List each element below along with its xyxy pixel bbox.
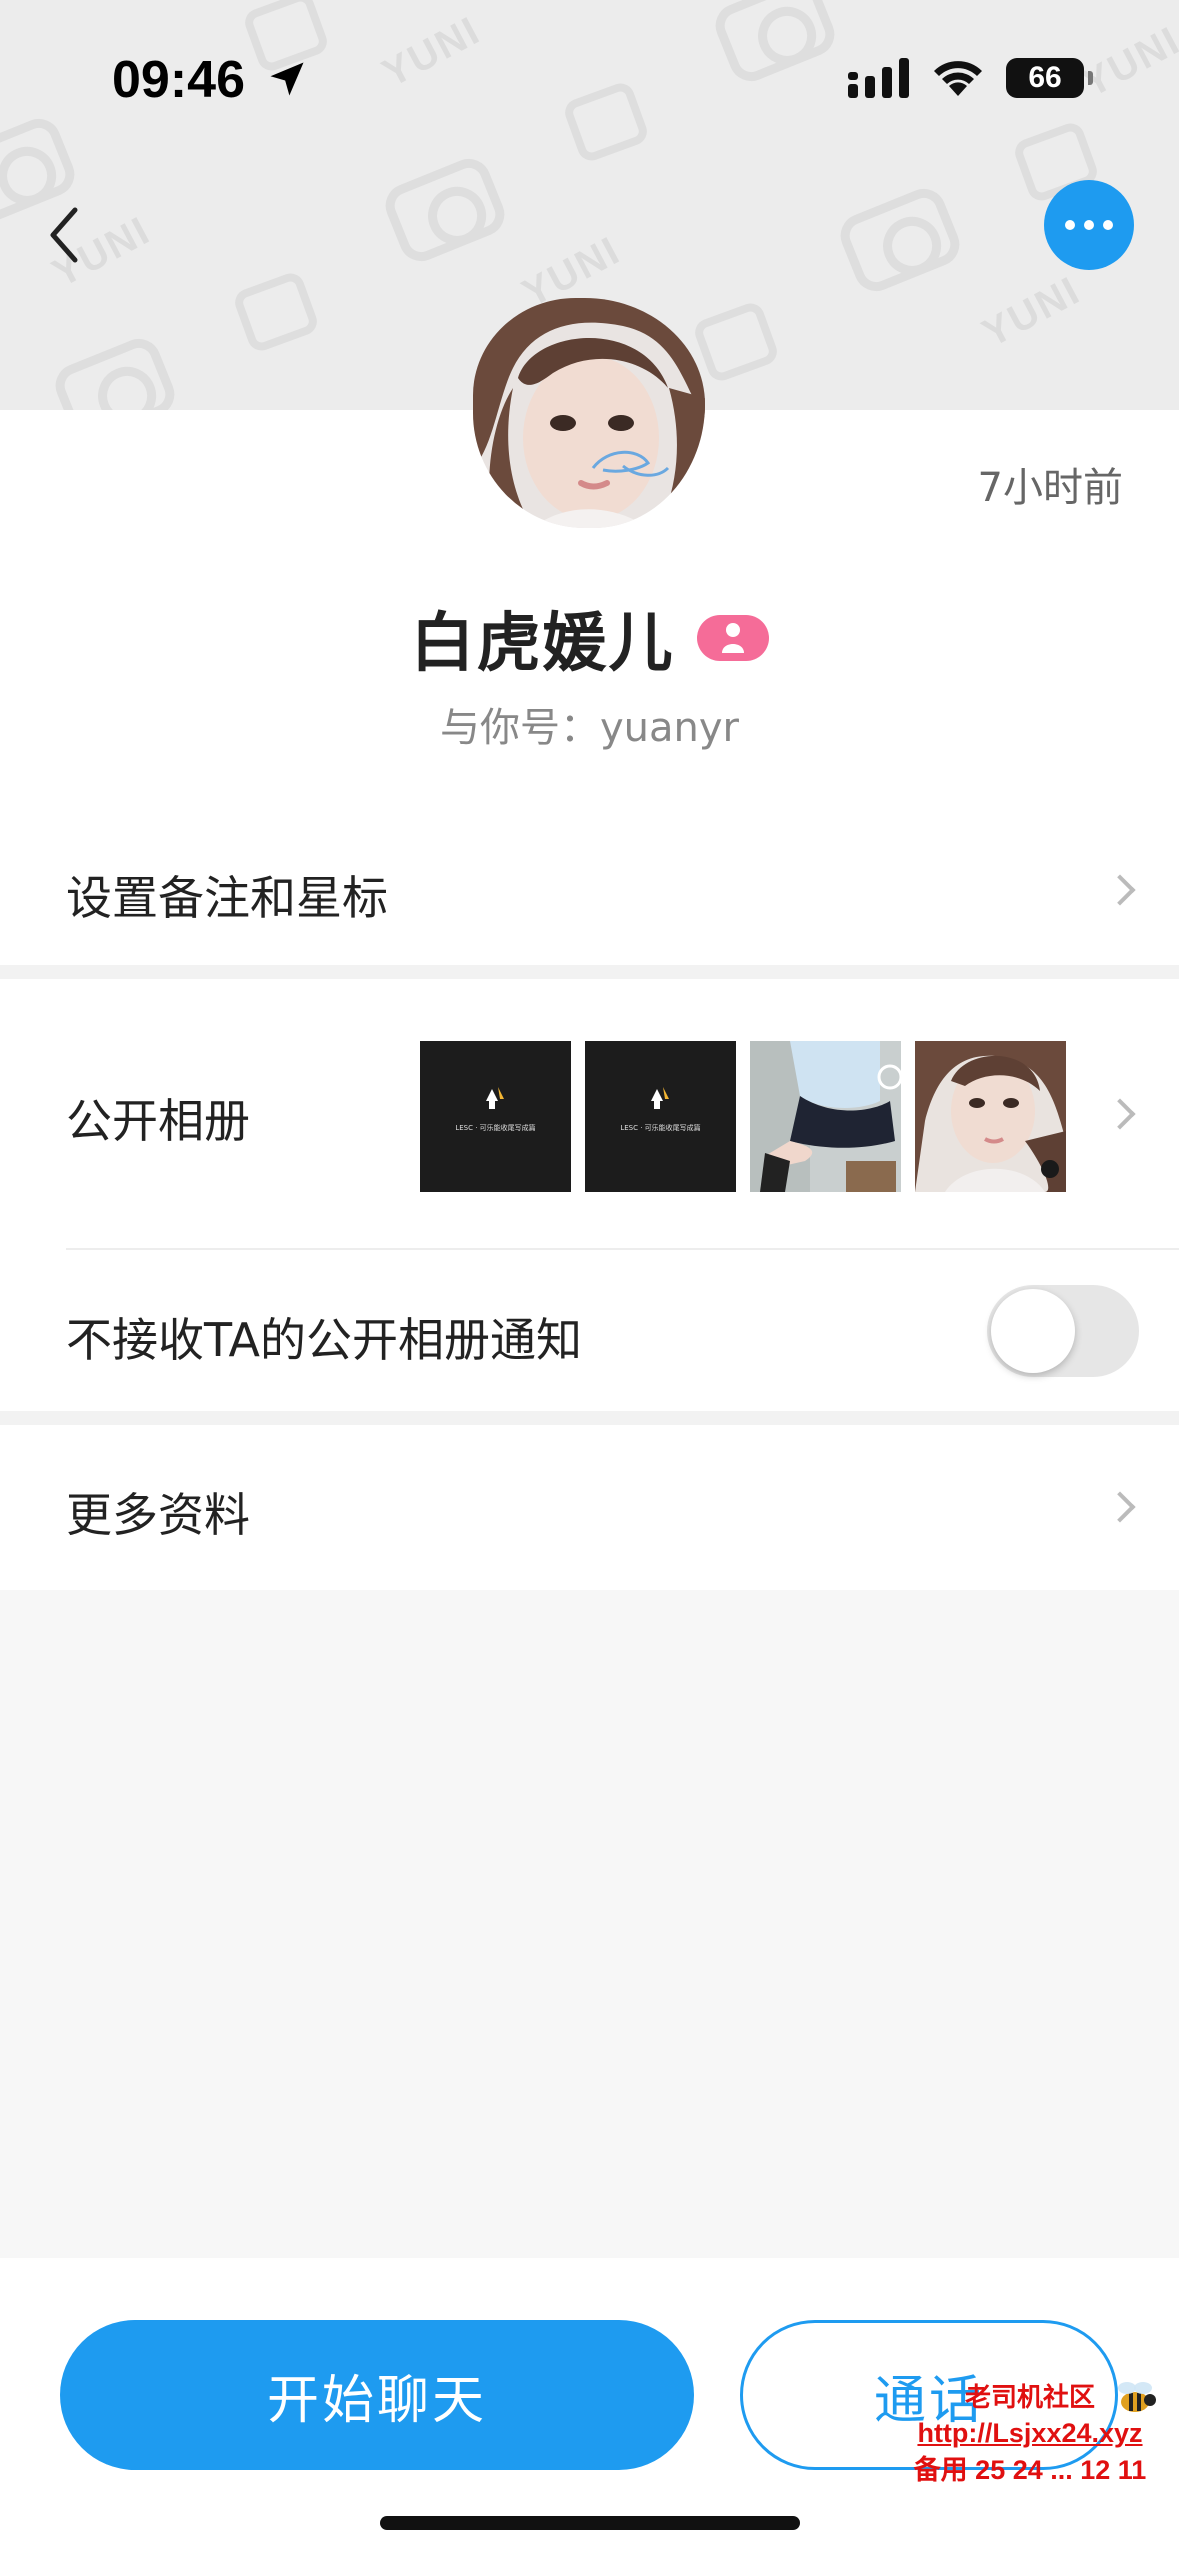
toggle-knob (991, 1289, 1075, 1373)
display-name: 白虎媛儿 (410, 607, 675, 681)
location-arrow-icon (270, 62, 304, 96)
more-dots-icon (1065, 220, 1113, 230)
bee-icon (1118, 2382, 1156, 2412)
section-gap (0, 1411, 1179, 1425)
watermark-camera-icon (834, 182, 966, 298)
battery-level: 66 (1028, 61, 1062, 94)
ad-backup: 备用 25 24 ... 12 11 (913, 2454, 1147, 2485)
avatar-photo (473, 298, 705, 528)
watermark-camera-icon (379, 152, 511, 268)
album-thumbnail[interactable] (915, 1041, 1066, 1192)
section-gap (0, 965, 1179, 979)
watermark-text: YUNI (975, 268, 1088, 356)
female-gender-badge (696, 615, 769, 661)
status-icons: 66 (848, 58, 1093, 98)
album-notify-label: 不接收TA的公开相册通知 (66, 1313, 582, 1367)
watermark-text: YUNI (375, 8, 488, 96)
album-thumbnails: LESC · 可乐能收尾写成篇 LESC · 可乐能收尾写成篇 (420, 1041, 1066, 1192)
back-button[interactable] (34, 200, 94, 270)
watermark-photo-icon (691, 299, 781, 385)
signal-icon (848, 58, 909, 98)
chevron-left-icon (50, 207, 78, 263)
start-chat-label: 开始聊天 (266, 2370, 487, 2431)
home-indicator (380, 2516, 800, 2530)
more-info-row[interactable]: 更多资料 (0, 1425, 1179, 1590)
more-info-label: 更多资料 (66, 1488, 250, 1542)
album-thumbnail[interactable]: LESC · 可乐能收尾写成篇 (420, 1041, 571, 1192)
album-thumbnail[interactable] (750, 1041, 901, 1192)
public-album-label: 公开相册 (66, 1094, 250, 1148)
status-time-text: 09:46 (112, 51, 245, 109)
remark-star-label: 设置备注和星标 (66, 871, 388, 925)
thumbnail-photo (915, 1041, 1066, 1192)
album-notify-toggle[interactable] (987, 1285, 1139, 1377)
watermark-camera-icon (709, 0, 841, 88)
last-seen: 7小时前 (977, 465, 1123, 511)
thumbnail-logo-icon (486, 1087, 504, 1109)
public-album-row[interactable]: 公开相册 LESC · 可乐能收尾写成篇 LESC · 可乐能收尾写成篇 (0, 979, 1179, 1249)
thumbnail-caption: LESC · 可乐能收尾写成篇 (455, 1124, 536, 1132)
watermark-text: YUNI (1075, 18, 1179, 106)
remark-star-row[interactable]: 设置备注和星标 (0, 815, 1179, 965)
thumbnail-photo (750, 1041, 901, 1192)
watermark-photo-icon (561, 79, 651, 165)
chevron-right-icon (1104, 1491, 1136, 1523)
thumbnail-caption: LESC · 可乐能收尾写成篇 (620, 1124, 701, 1132)
name-row: 白虎媛儿 (0, 592, 1179, 684)
status-time: 09:46 (112, 50, 309, 110)
user-handle: 与你号：yuanyr (439, 705, 739, 751)
watermark-photo-icon (231, 269, 321, 355)
chevron-right-icon (1104, 1098, 1136, 1130)
album-thumbnail[interactable]: LESC · 可乐能收尾写成篇 (585, 1041, 736, 1192)
album-section: 公开相册 LESC · 可乐能收尾写成篇 LESC · 可乐能收尾写成篇 不接收… (0, 979, 1179, 1411)
watermark-camera-icon (49, 332, 181, 410)
avatar[interactable] (473, 298, 705, 528)
wifi-icon (934, 61, 982, 96)
overlay-ad: 老司机社区 http://Lsjxx24.xyz 备用 25 24 ... 12… (895, 2380, 1165, 2488)
chevron-right-icon (1104, 874, 1136, 906)
more-options-button[interactable] (1044, 180, 1134, 270)
start-chat-button[interactable]: 开始聊天 (60, 2320, 694, 2470)
album-notify-row: 不接收TA的公开相册通知 (0, 1250, 1179, 1411)
female-icon (721, 623, 744, 653)
thumbnail-logo-icon (651, 1087, 669, 1109)
battery-indicator: 66 (1006, 58, 1093, 98)
